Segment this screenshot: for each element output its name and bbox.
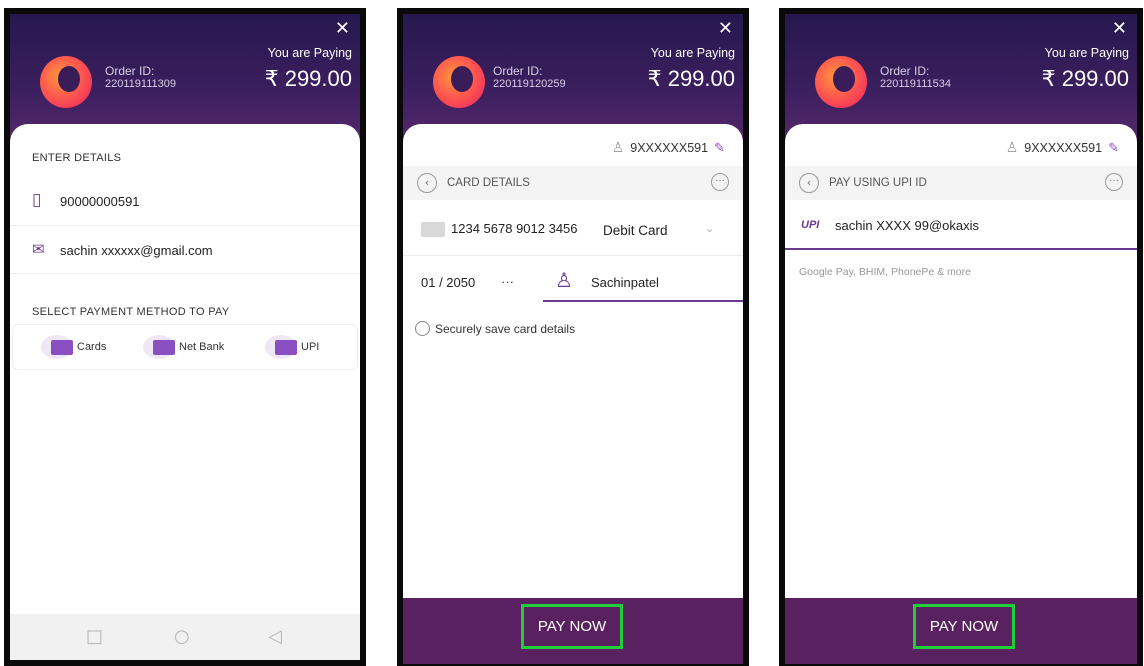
upi-icon	[265, 335, 297, 359]
expiry-input[interactable]: 01 / 2050	[421, 275, 475, 290]
paying-label: You are Paying	[1044, 46, 1129, 60]
phone-screen-enter-details: ✕ Order ID: 220119111309 You are Paying …	[4, 8, 366, 666]
mail-icon: ✉	[32, 240, 45, 258]
chevron-down-icon[interactable]: ⌄	[705, 222, 714, 235]
method-net-bank-label: Net Bank	[179, 341, 225, 353]
card-holder-input[interactable]: Sachinpatel	[591, 275, 659, 290]
amount-value: ₹ 299.00	[264, 66, 352, 91]
select-method-title: SELECT PAYMENT METHOD TO PAY	[32, 306, 230, 318]
home-icon[interactable]: ○	[174, 626, 190, 647]
pay-bar: PAY NOW	[785, 598, 1137, 664]
upi-id-field[interactable]: UPI sachin XXXX 99@okaxis	[785, 202, 1137, 250]
amount-value: ₹ 299.00	[1041, 66, 1129, 91]
android-nav-bar: □ ○ ◁	[10, 614, 360, 660]
payment-methods: Cards Net Bank UPI	[12, 324, 358, 370]
enter-details-title: ENTER DETAILS	[32, 152, 122, 164]
method-cards[interactable]: Cards	[41, 335, 106, 359]
phone-field[interactable]: ▯ 90000000591	[10, 176, 360, 226]
pay-bar: PAY NOW	[403, 598, 743, 664]
back-arrow-icon[interactable]: ‹	[417, 173, 437, 193]
method-upi[interactable]: UPI	[265, 335, 319, 359]
user-line: ♙ 9XXXXXX591 ✎	[1006, 140, 1119, 156]
recent-apps-icon[interactable]: □	[86, 626, 103, 647]
phone-icon: ▯	[32, 190, 42, 210]
phone-value: 90000000591	[60, 194, 140, 209]
upi-id-input[interactable]: sachin XXXX 99@okaxis	[835, 218, 979, 233]
email-field[interactable]: ✉ sachin xxxxxx@gmail.com	[10, 226, 360, 274]
merchant-logo	[433, 56, 485, 108]
back-icon[interactable]: ◁	[268, 626, 282, 647]
order-id-value: 220119111534	[880, 78, 951, 90]
upi-panel: ♙ 9XXXXXX591 ✎ ‹ PAY USING UPI ID ··· UP…	[785, 124, 1137, 664]
save-card-label: Securely save card details	[435, 322, 576, 336]
section-title: PAY USING UPI ID	[829, 177, 927, 189]
phone-screen-card-details: ✕ Order ID: 220119120259 You are Paying …	[397, 8, 749, 666]
edit-icon[interactable]: ✎	[1108, 141, 1119, 156]
details-card: ENTER DETAILS ▯ 90000000591 ✉ sachin xxx…	[10, 124, 360, 660]
user-phone: 9XXXXXX591	[1024, 141, 1103, 155]
method-net-bank[interactable]: Net Bank	[143, 335, 224, 359]
more-options-icon[interactable]: ···	[1105, 173, 1123, 191]
close-icon[interactable]: ✕	[335, 18, 350, 39]
amount-value: ₹ 299.00	[647, 66, 735, 91]
user-icon: ♙	[611, 140, 625, 156]
card-details-panel: ♙ 9XXXXXX591 ✎ ‹ CARD DETAILS ··· 1234 5…	[403, 124, 743, 664]
card-number-row: 1234 5678 9012 3456 Debit Card ⌄	[403, 202, 743, 256]
close-icon[interactable]: ✕	[1112, 18, 1127, 39]
upi-apps-hint: Google Pay, BHIM, PhonePe & more	[799, 266, 971, 278]
card-details-subheader: ‹ CARD DETAILS ···	[403, 166, 743, 200]
user-icon: ♙	[1005, 140, 1019, 156]
phone-screen-upi: ✕ Order ID: 220119111534 You are Paying …	[779, 8, 1143, 666]
merchant-logo	[815, 56, 867, 108]
order-id-value: 220119120259	[493, 78, 566, 90]
upi-logo-icon: UPI	[801, 219, 820, 231]
method-upi-label: UPI	[301, 341, 320, 353]
edit-icon[interactable]: ✎	[714, 141, 725, 156]
user-phone: 9XXXXXX591	[630, 141, 709, 155]
email-value: sachin xxxxxx@gmail.com	[60, 243, 213, 258]
expiry-holder-row: 01 / 2050 ··· ♙ Sachinpatel	[403, 256, 743, 310]
save-card-radio[interactable]	[415, 321, 430, 336]
bank-icon	[143, 335, 175, 359]
more-options-icon[interactable]: ···	[711, 173, 729, 191]
paying-label: You are Paying	[267, 46, 352, 60]
order-id-value: 220119111309	[105, 78, 176, 90]
section-title: CARD DETAILS	[447, 177, 530, 189]
order-id-label: Order ID:	[880, 64, 930, 78]
order-id-label: Order ID:	[105, 64, 155, 78]
paying-label: You are Paying	[650, 46, 735, 60]
cvv-input[interactable]: ···	[501, 274, 514, 289]
pay-now-button[interactable]: PAY NOW	[521, 604, 623, 649]
merchant-logo	[40, 56, 92, 108]
user-icon: ♙	[555, 268, 573, 292]
card-number-input[interactable]: 1234 5678 9012 3456	[451, 221, 578, 236]
close-icon[interactable]: ✕	[718, 18, 733, 39]
user-line: ♙ 9XXXXXX591 ✎	[612, 140, 725, 156]
order-id-label: Order ID:	[493, 64, 543, 78]
input-underline	[543, 300, 743, 302]
card-chip-icon	[421, 222, 445, 237]
pay-now-button[interactable]: PAY NOW	[913, 604, 1015, 649]
back-arrow-icon[interactable]: ‹	[799, 173, 819, 193]
card-type-select[interactable]: Debit Card	[603, 223, 668, 238]
card-icon	[41, 335, 73, 359]
method-cards-label: Cards	[77, 341, 107, 353]
upi-subheader: ‹ PAY USING UPI ID ···	[785, 166, 1137, 200]
